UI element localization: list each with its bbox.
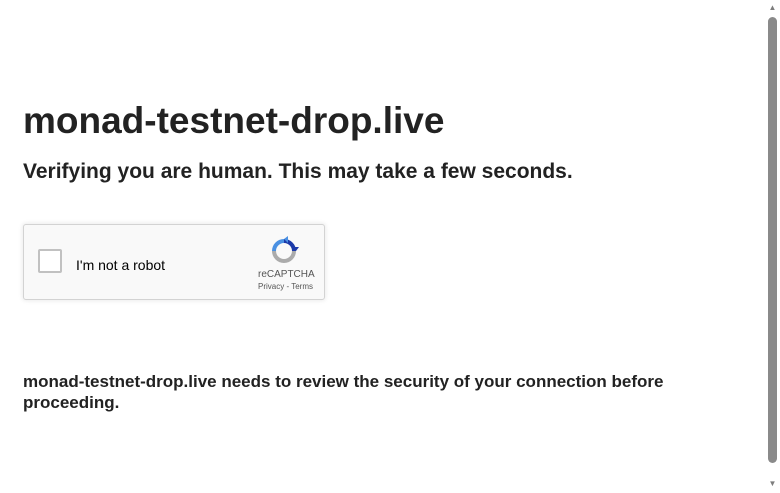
recaptcha-checkbox[interactable] (38, 249, 62, 273)
page: monad-testnet-drop.live Verifying you ar… (0, 0, 780, 493)
recaptcha-logo-icon (272, 236, 299, 263)
recaptcha-links: Privacy - Terms (258, 281, 313, 292)
scrollbar-thumb[interactable] (768, 17, 777, 463)
scroll-up-arrow-icon[interactable]: ▲ (765, 0, 780, 15)
scroll-down-arrow-icon[interactable]: ▼ (765, 476, 780, 491)
recaptcha-brand-text: reCAPTCHA (258, 269, 315, 280)
verification-subtitle: Verifying you are human. This may take a… (23, 160, 573, 183)
recaptcha-checkbox-label[interactable]: I'm not a robot (76, 256, 165, 274)
recaptcha-widget: I'm not a robot reCAPTCHA Privacy - Term… (23, 224, 325, 300)
security-notice: monad-testnet-drop.live needs to review … (23, 372, 664, 412)
recaptcha-branding: reCAPTCHA Privacy - Terms (258, 235, 315, 292)
privacy-link[interactable]: Privacy (258, 282, 284, 291)
page-title: monad-testnet-drop.live (23, 100, 445, 141)
terms-link[interactable]: Terms (291, 282, 313, 291)
vertical-scrollbar[interactable]: ▲ ▼ (765, 0, 780, 493)
